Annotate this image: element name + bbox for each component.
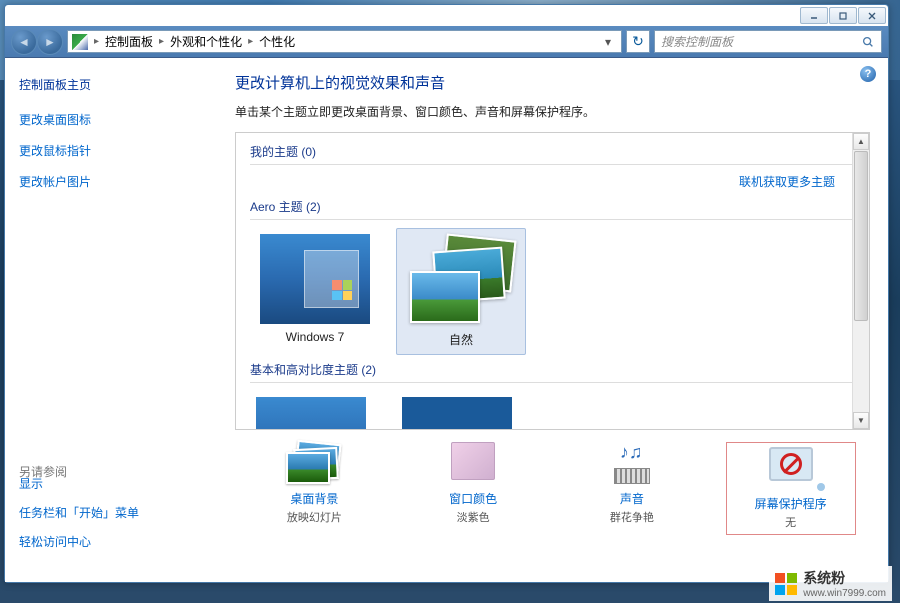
page-subtitle: 单击某个主题立即更改桌面背景、窗口颜色、声音和屏幕保护程序。 <box>235 103 870 120</box>
watermark-text: 系统粉 <box>803 568 886 588</box>
sidebar-home-link[interactable]: 控制面板主页 <box>19 76 203 93</box>
my-themes-label: 我的主题 (0) <box>250 143 855 165</box>
theme-label: 自然 <box>403 331 519 348</box>
breadcrumb-root[interactable]: 控制面板 <box>105 33 153 50</box>
scroll-down-button[interactable]: ▼ <box>853 412 869 429</box>
close-button[interactable] <box>858 7 886 24</box>
setting-value: 群花争艳 <box>567 509 697 525</box>
search-icon <box>861 35 875 49</box>
theme-windows7[interactable]: Windows 7 <box>250 228 380 355</box>
theme-thumbnail-icon <box>406 235 516 325</box>
setting-label: 屏幕保护程序 <box>737 495 845 512</box>
breadcrumb-separator-icon: ▸ <box>94 36 99 47</box>
breadcrumb-level1[interactable]: 外观和个性化 <box>170 33 242 50</box>
scroll-thumb[interactable] <box>854 151 868 321</box>
screensaver-button[interactable]: 屏幕保护程序 无 <box>726 442 856 535</box>
main-panel: ? 更改计算机上的视觉效果和声音 单击某个主题立即更改桌面背景、窗口颜色、声音和… <box>217 58 888 582</box>
get-more-themes-link[interactable]: 联机获取更多主题 <box>250 173 835 190</box>
sounds-icon: ♪♫ <box>602 442 662 484</box>
maximize-button[interactable] <box>829 7 857 24</box>
watermark-url: www.win7999.com <box>803 588 886 599</box>
breadcrumb-separator-icon: ▸ <box>248 36 253 47</box>
sidebar-link-taskbar[interactable]: 任务栏和「开始」菜单 <box>19 504 139 521</box>
setting-label: 声音 <box>567 490 697 507</box>
watermark-logo-icon <box>775 573 797 595</box>
desktop-background-icon <box>284 442 344 484</box>
sidebar-link-account-picture[interactable]: 更改帐户图片 <box>19 173 203 190</box>
content-area: 控制面板主页 更改桌面图标 更改鼠标指针 更改帐户图片 另请参阅 显示 任务栏和… <box>5 58 888 582</box>
theme-basic-1[interactable] <box>250 391 380 430</box>
address-dropdown-button[interactable]: ▾ <box>599 31 617 52</box>
nav-back-button[interactable]: ◄ <box>11 29 37 55</box>
watermark: 系统粉 www.win7999.com <box>769 566 892 601</box>
scroll-up-button[interactable]: ▲ <box>853 133 869 150</box>
sidebar-link-desktop-icons[interactable]: 更改桌面图标 <box>19 111 203 128</box>
help-icon[interactable]: ? <box>860 66 876 82</box>
address-bar[interactable]: ▸ 控制面板 ▸ 外观和个性化 ▸ 个性化 ▾ <box>67 30 622 53</box>
window-color-button[interactable]: 窗口颜色 淡紫色 <box>408 442 538 535</box>
themes-list: 我的主题 (0) 联机获取更多主题 Aero 主题 (2) Windows 7 <box>235 132 870 430</box>
minimize-button[interactable] <box>800 7 828 24</box>
navigation-bar: ◄ ► ▸ 控制面板 ▸ 外观和个性化 ▸ 个性化 ▾ ↻ 搜索控制面板 <box>5 26 888 58</box>
theme-thumbnail-icon <box>260 234 370 324</box>
setting-value: 淡紫色 <box>408 509 538 525</box>
setting-value: 无 <box>737 514 845 530</box>
sidebar-link-display[interactable]: 显示 <box>19 475 139 492</box>
sounds-button[interactable]: ♪♫ 声音 群花争艳 <box>567 442 697 535</box>
setting-label: 桌面背景 <box>249 490 379 507</box>
basic-themes-label: 基本和高对比度主题 (2) <box>250 361 855 383</box>
sidebar-link-ease-of-access[interactable]: 轻松访问中心 <box>19 533 139 550</box>
window-titlebar <box>5 5 888 26</box>
sidebar: 控制面板主页 更改桌面图标 更改鼠标指针 更改帐户图片 另请参阅 显示 任务栏和… <box>5 58 217 582</box>
theme-basic-2[interactable] <box>396 391 526 430</box>
search-input[interactable]: 搜索控制面板 <box>654 30 882 53</box>
theme-label: Windows 7 <box>256 330 374 344</box>
theme-thumbnail-icon <box>256 397 366 430</box>
breadcrumb-level2[interactable]: 个性化 <box>259 33 295 50</box>
nav-arrows: ◄ ► <box>11 29 63 55</box>
setting-value: 放映幻灯片 <box>249 509 379 525</box>
page-title: 更改计算机上的视觉效果和声音 <box>235 72 870 93</box>
aero-themes-label: Aero 主题 (2) <box>250 198 855 220</box>
setting-label: 窗口颜色 <box>408 490 538 507</box>
desktop-background-button[interactable]: 桌面背景 放映幻灯片 <box>249 442 379 535</box>
control-panel-window: ◄ ► ▸ 控制面板 ▸ 外观和个性化 ▸ 个性化 ▾ ↻ 搜索控制面板 控制面… <box>4 4 889 583</box>
nav-forward-button[interactable]: ► <box>37 29 63 55</box>
scrollbar[interactable]: ▲ ▼ <box>852 133 869 429</box>
settings-row: 桌面背景 放映幻灯片 窗口颜色 淡紫色 ♪♫ 声音 群花争艳 <box>235 442 870 535</box>
search-placeholder: 搜索控制面板 <box>661 33 733 50</box>
window-color-icon <box>443 442 503 484</box>
breadcrumb-separator-icon: ▸ <box>159 36 164 47</box>
theme-nature[interactable]: 自然 <box>396 228 526 355</box>
sidebar-link-mouse-pointers[interactable]: 更改鼠标指针 <box>19 142 203 159</box>
refresh-button[interactable]: ↻ <box>626 30 650 53</box>
screensaver-icon <box>761 447 821 489</box>
control-panel-icon <box>72 34 88 50</box>
theme-thumbnail-icon <box>402 397 512 430</box>
sidebar-see-also: 显示 任务栏和「开始」菜单 轻松访问中心 <box>19 475 139 562</box>
